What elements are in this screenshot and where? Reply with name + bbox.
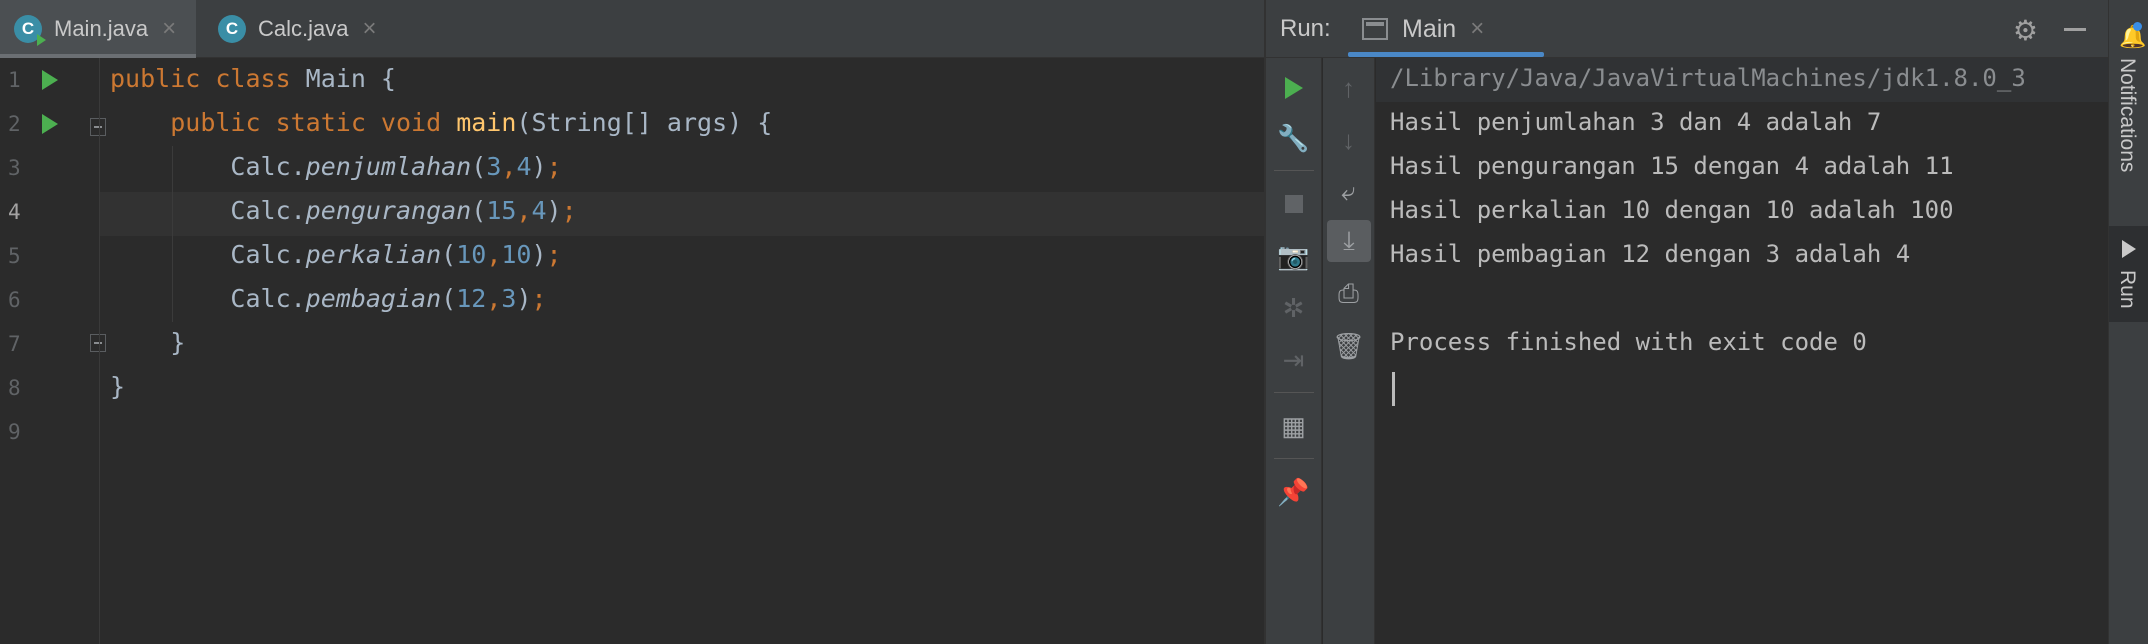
console-window-icon <box>1362 18 1388 40</box>
soft-wrap-icon[interactable]: ⤶ <box>1323 170 1374 214</box>
java-class-icon: C <box>218 15 246 43</box>
run-tab-label: Main <box>1402 14 1457 43</box>
run-header: Run: Main × ⚙ <box>1266 0 2108 58</box>
wrench-icon[interactable]: 🔧 <box>1266 116 1321 160</box>
line-number: 2 <box>8 112 21 136</box>
run-main-icon[interactable] <box>42 114 58 134</box>
console-line: Hasil perkalian 10 dengan 10 adalah 100 <box>1390 196 1954 224</box>
close-icon[interactable]: × <box>162 15 176 43</box>
pin-icon[interactable]: 📌 <box>1266 470 1321 514</box>
run-tab-main[interactable]: Main × <box>1350 0 1496 58</box>
layout-icon[interactable]: ▦ <box>1266 404 1321 448</box>
run-tool-window[interactable]: Run: Main × ⚙ 🔧 📷 ✲ ⇥ ▦ 📌 ↑ ↓ ⤶ ⤓ ⎙ 🗑 /L… <box>1264 0 2110 644</box>
notification-badge <box>2133 22 2142 31</box>
line-number: 3 <box>8 156 21 180</box>
run-toolbar-primary: 🔧 📷 ✲ ⇥ ▦ 📌 <box>1266 58 1322 644</box>
console-line: Hasil pengurangan 15 dengan 4 adalah 11 <box>1390 152 1954 180</box>
toolbar-separator <box>1274 458 1314 459</box>
run-panel-label: Run: <box>1280 15 1331 42</box>
code-line-2: public static void main(String[] args) { <box>170 108 773 137</box>
run-toolbar-secondary: ↑ ↓ ⤶ ⤓ ⎙ 🗑 <box>1323 58 1375 644</box>
line-number: 9 <box>8 420 21 444</box>
code-area[interactable]: public class Main { public static void m… <box>100 58 1264 644</box>
code-line-3: Calc.penjumlahan(3,4); <box>110 152 562 181</box>
arrow-up-icon[interactable]: ↑ <box>1323 66 1374 110</box>
print-icon[interactable]: ⎙ <box>1323 272 1374 316</box>
tab-main-java[interactable]: C Main.java × <box>0 0 196 58</box>
toolbar-separator <box>1274 392 1314 393</box>
console-line: Process finished with exit code 0 <box>1390 328 1867 356</box>
debug-bug-icon[interactable]: ✲ <box>1266 286 1321 330</box>
code-line-5: Calc.perkalian(10,10); <box>110 240 562 269</box>
login-icon[interactable]: ⇥ <box>1266 338 1321 382</box>
line-number: 7 <box>8 332 21 356</box>
minimize-icon[interactable] <box>2064 28 2086 31</box>
editor-tab-bar: C Main.java × C Calc.java × <box>0 0 1264 58</box>
active-tab-indicator <box>1348 52 1544 57</box>
tab-calc-java[interactable]: C Calc.java × <box>208 0 398 58</box>
notifications-tool-button[interactable]: Notifications <box>2115 58 2139 172</box>
line-number: 4 <box>8 200 21 224</box>
line-number: 1 <box>8 68 21 92</box>
java-class-icon: C <box>14 15 46 46</box>
run-tool-label[interactable]: Run <box>2115 270 2139 309</box>
code-editor[interactable]: C Main.java × C Calc.java × 1 2 3 4 5 6 … <box>0 0 1264 644</box>
scroll-to-end-icon[interactable]: ⤓ <box>1327 220 1371 262</box>
line-number: 5 <box>8 244 21 268</box>
code-line-8: } <box>110 372 126 401</box>
console-line: Hasil pembagian 12 dengan 3 adalah 4 <box>1390 240 1911 268</box>
code-line-1: public class Main { <box>110 64 396 93</box>
close-icon[interactable]: × <box>1470 15 1484 43</box>
code-line-7: } <box>110 328 186 357</box>
rerun-icon[interactable] <box>1266 66 1321 110</box>
run-class-icon[interactable] <box>42 70 58 90</box>
code-line-4: Calc.pengurangan(15,4); <box>110 196 577 225</box>
console-line: /Library/Java/JavaVirtualMachines/jdk1.8… <box>1390 64 2026 92</box>
editor-gutter[interactable]: 1 2 3 4 5 6 7 8 9 <box>0 58 106 644</box>
stop-icon[interactable] <box>1266 182 1321 226</box>
line-number: 8 <box>8 376 21 400</box>
run-icon <box>2122 240 2136 258</box>
trash-icon[interactable]: 🗑 <box>1323 324 1374 368</box>
console-output[interactable]: /Library/Java/JavaVirtualMachines/jdk1.8… <box>1376 58 2110 644</box>
tab-label: Main.java <box>54 16 149 41</box>
gear-icon[interactable]: ⚙ <box>2013 14 2038 47</box>
code-line-6: Calc.pembagian(12,3); <box>110 284 547 313</box>
line-number: 6 <box>8 288 21 312</box>
right-tool-strip: 🔔 Notifications Run <box>2108 0 2148 644</box>
toolbar-separator <box>1274 170 1314 171</box>
arrow-down-icon[interactable]: ↓ <box>1323 118 1374 162</box>
text-caret <box>1392 372 1395 406</box>
camera-icon[interactable]: 📷 <box>1266 234 1321 278</box>
tab-label: Calc.java <box>258 16 349 41</box>
console-line: Hasil penjumlahan 3 dan 4 adalah 7 <box>1390 108 1882 136</box>
close-icon[interactable]: × <box>362 15 376 43</box>
